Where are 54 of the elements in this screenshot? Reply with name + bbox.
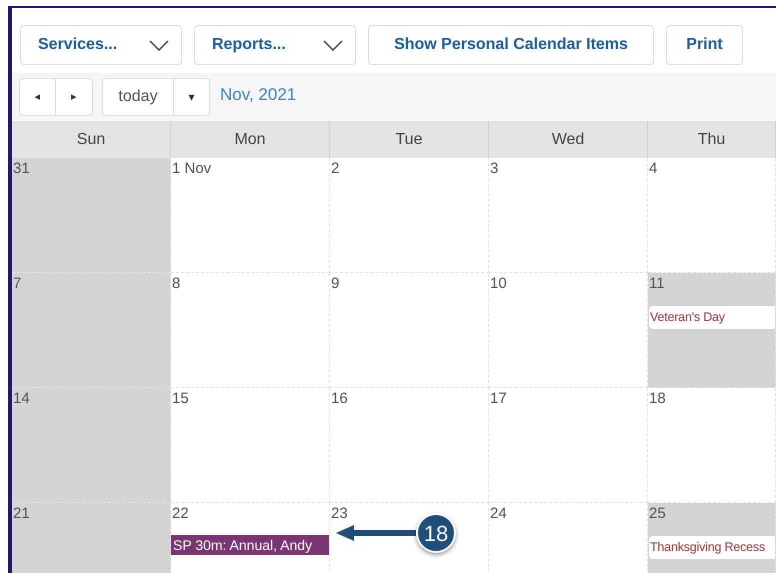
day-number: 23 — [330, 505, 348, 523]
day-number: 24 — [489, 505, 507, 523]
day-cell[interactable]: 10 — [489, 273, 648, 388]
day-number: 7 — [12, 275, 22, 293]
holiday-event[interactable]: Thanksgiving Recess — [649, 536, 775, 559]
chevron-down-icon — [323, 40, 343, 50]
day-cell[interactable]: 22 SP 30m: Annual, Andy — [171, 503, 330, 573]
day-number: 3 — [489, 160, 498, 178]
toolbar-button[interactable]: Show Personal Calendar Items — [368, 25, 654, 65]
day-number: 14 — [12, 390, 30, 408]
day-cell[interactable]: 17 — [489, 388, 648, 503]
day-number: 17 — [489, 390, 507, 408]
dropdown-button[interactable]: Reports... — [194, 25, 356, 65]
day-number: 2 — [330, 160, 340, 178]
day-cell[interactable]: 31 — [12, 158, 171, 273]
day-number: 10 — [489, 275, 507, 293]
day-number: 1 Nov — [171, 160, 212, 178]
arrow-icon — [336, 524, 416, 542]
chevron-down-icon — [149, 40, 169, 50]
day-number: 16 — [330, 390, 348, 408]
day-number: 8 — [171, 275, 180, 293]
day-number: 18 — [648, 390, 666, 408]
day-number: 21 — [12, 505, 30, 523]
day-cell[interactable]: 21 — [12, 503, 171, 573]
day-number: 31 — [12, 160, 30, 178]
previous-button[interactable]: ◂ — [19, 78, 56, 116]
dropdown-button[interactable]: ▾ — [174, 78, 210, 116]
day-cell[interactable]: 4 — [648, 158, 776, 273]
day-cell[interactable]: 14 — [12, 388, 171, 503]
day-number: 22 — [171, 505, 189, 523]
day-number: 11 — [648, 275, 665, 293]
day-cell[interactable]: 16 — [330, 388, 489, 503]
toolbar-button[interactable]: Print — [666, 25, 743, 65]
day-number: 15 — [171, 390, 189, 408]
holiday-event[interactable]: Veteran's Day — [649, 306, 775, 329]
today-button[interactable]: today — [102, 78, 174, 116]
day-cell[interactable]: 9 — [330, 273, 489, 388]
appointment-event[interactable]: SP 30m: Annual, Andy — [171, 535, 329, 555]
month-title: Nov, 2021 — [220, 84, 296, 106]
day-cell[interactable]: 15 — [171, 388, 330, 503]
day-number: 4 — [648, 160, 658, 178]
day-cell[interactable]: 24 — [489, 503, 648, 573]
next-button[interactable]: ▸ — [56, 78, 93, 116]
day-number: 25 — [648, 505, 666, 523]
day-cell[interactable]: 1 Nov — [171, 158, 330, 273]
day-cell[interactable]: 11 Veteran's Day — [648, 273, 776, 388]
day-cell[interactable]: 3 — [489, 158, 648, 273]
day-number: 9 — [330, 275, 340, 293]
day-cell[interactable]: 8 — [171, 273, 330, 388]
day-cell[interactable]: 7 — [12, 273, 171, 388]
day-cell[interactable]: 18 — [648, 388, 776, 503]
day-cell[interactable]: 25 Thanksgiving Recess — [648, 503, 776, 573]
day-cell[interactable]: 2 — [330, 158, 489, 273]
dropdown-button[interactable]: Services... — [20, 25, 182, 65]
